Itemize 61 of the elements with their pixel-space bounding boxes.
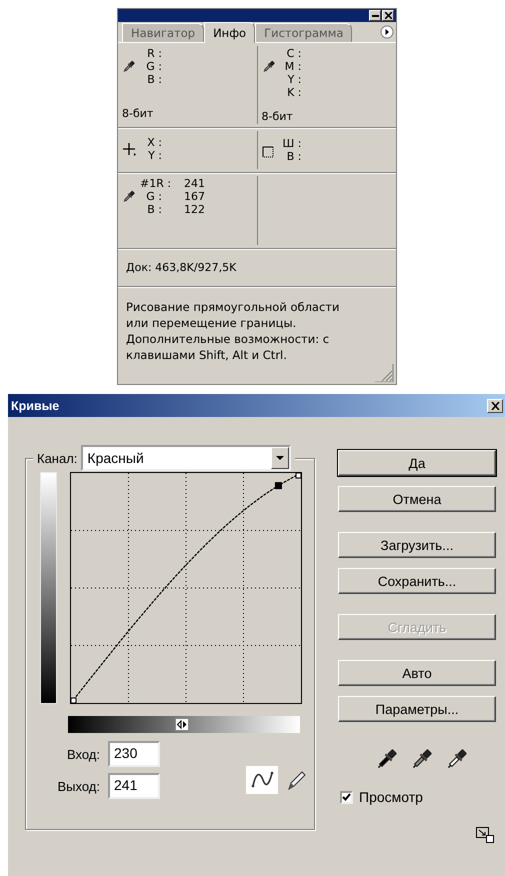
curve-graph[interactable] [70, 472, 302, 704]
swap-arrows-icon[interactable] [175, 718, 189, 731]
eyedropper-icon[interactable] [376, 748, 398, 770]
dialog-button[interactable]: Сохранить... [338, 568, 496, 594]
readout-label: Ш : [282, 137, 302, 150]
bit-depth-label: 8-бит [262, 110, 294, 124]
minimize-button[interactable] [369, 10, 381, 22]
readout-label: B : [146, 203, 162, 216]
palette-menu-icon[interactable] [380, 25, 394, 40]
palette-tab[interactable]: Гистограмма [255, 23, 352, 42]
minimize-icon [372, 14, 378, 17]
readout-label: Y : [286, 73, 302, 86]
readout-label: R : [156, 177, 172, 190]
bit-depth-label: 8-бит [122, 107, 154, 120]
eyedropper-icon[interactable] [411, 748, 433, 770]
tool-hint-text: Рисование прямоугольной области или перемещение границы. Дополнительные возможности: с клавишами Shift, Alt и Ctrl. [125, 298, 340, 363]
dialog-button[interactable]: Да [338, 450, 496, 476]
eyedropper-icon [122, 60, 136, 74]
readout-label: K : [286, 86, 302, 100]
preview-checkbox[interactable] [340, 790, 353, 804]
dialog-button[interactable]: Отмена [338, 486, 496, 512]
expand-dialog-icon[interactable] [476, 827, 494, 843]
readout-label: C : [286, 47, 302, 60]
palette-tab[interactable]: Инфо [204, 22, 256, 44]
readout-label: G : [145, 60, 162, 74]
palette-tab[interactable]: Навигатор [122, 23, 204, 42]
selection-size-icon [262, 144, 276, 158]
eyedropper-icon [122, 190, 136, 204]
close-icon [384, 12, 392, 20]
dialog-title: Кривые [11, 398, 60, 412]
curve-tool-button[interactable] [246, 766, 278, 794]
eyedropper-icon[interactable] [446, 748, 468, 770]
readout-label: В : [286, 150, 302, 164]
channel-label: Канал: [37, 450, 78, 466]
output-field[interactable]: 241 [108, 773, 160, 799]
readout-label: M : [284, 60, 302, 74]
readout-label: X : [146, 136, 162, 149]
preview-label: Просмотр [359, 789, 423, 805]
close-button[interactable] [382, 10, 394, 22]
eyedropper-icon [262, 60, 276, 74]
close-button[interactable] [487, 398, 503, 412]
readout-value: 167 [184, 190, 205, 204]
dropdown-arrow-icon [276, 456, 284, 460]
output-label: Выход: [56, 778, 100, 794]
dialog-button[interactable]: Параметры... [338, 696, 496, 722]
readout-label: B : [146, 73, 162, 86]
readout-label: G : [145, 190, 162, 204]
resize-grip-icon[interactable] [374, 362, 394, 382]
document-size-text: Док: 463,8K/927,5K [118, 248, 396, 287]
sampler-index: #1 [140, 177, 156, 190]
dialog-button[interactable]: Загрузить... [338, 532, 496, 558]
crosshair-icon [122, 142, 136, 156]
readout-label: R : [146, 47, 162, 60]
readout-label: Y : [147, 148, 162, 162]
readout-value: 241 [184, 177, 205, 190]
input-label: Вход: [66, 746, 100, 762]
close-icon [490, 402, 500, 410]
dialog-button[interactable]: Авто [338, 660, 496, 686]
readout-value: 122 [184, 203, 205, 216]
input-field[interactable]: 230 [108, 741, 160, 767]
channel-dropdown[interactable]: Красный [81, 445, 291, 471]
